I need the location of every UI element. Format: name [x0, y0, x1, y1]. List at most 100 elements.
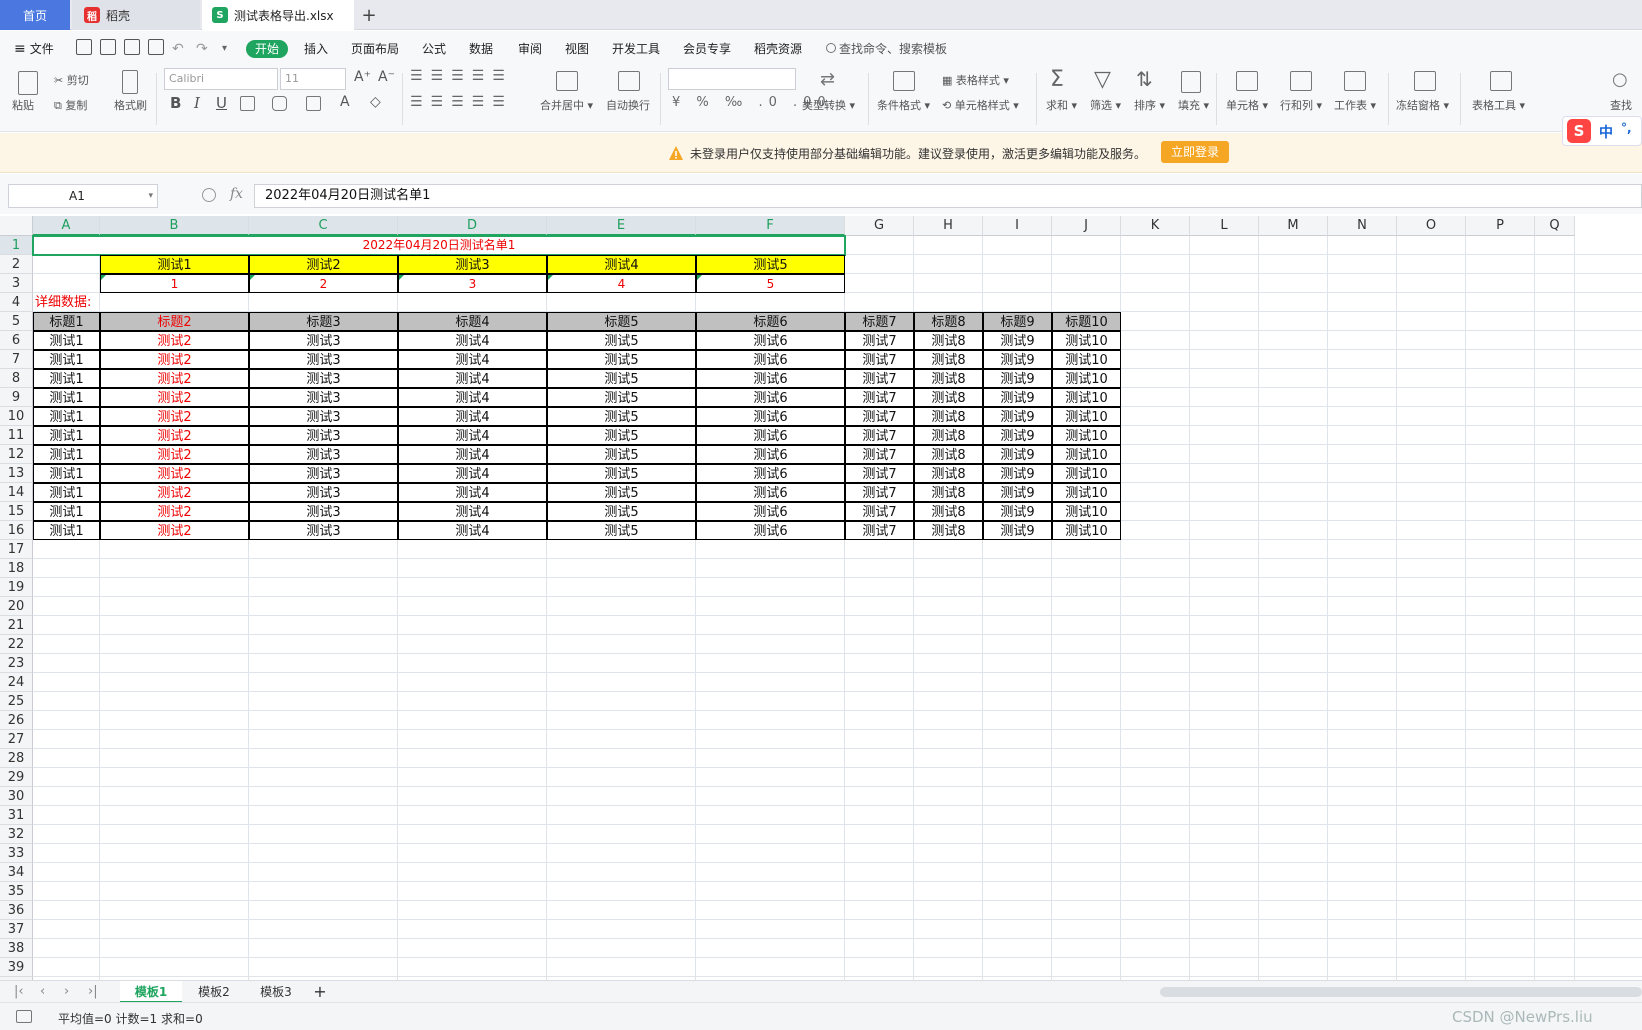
summary-header-cell[interactable]: 测试3 — [398, 255, 547, 274]
clear-format-icon[interactable]: ◇ — [370, 94, 381, 110]
column-header-n[interactable]: N — [1328, 216, 1397, 236]
filter-button[interactable]: 筛选 ▾ — [1090, 97, 1121, 113]
table-cell[interactable]: 测试8 — [914, 388, 983, 407]
sheet-tab-template1[interactable]: 模板1 — [120, 981, 182, 1003]
table-cell[interactable]: 测试9 — [983, 521, 1052, 540]
bucket-icon[interactable] — [306, 96, 321, 111]
table-header-cell[interactable]: 标题1 — [33, 312, 100, 331]
menu-tab-data[interactable]: 数据 — [469, 40, 493, 58]
copy-button[interactable]: ⧉ 复制 — [54, 97, 87, 113]
tab-file[interactable]: S 测试表格导出.xlsx — [202, 0, 354, 30]
row-header-35[interactable]: 35 — [0, 882, 33, 901]
table-cell[interactable]: 测试6 — [696, 521, 845, 540]
worksheet-button[interactable]: 工作表 ▾ — [1334, 97, 1376, 113]
cell-icon[interactable] — [1236, 71, 1258, 91]
row-header-1[interactable]: 1 — [0, 236, 33, 255]
table-cell[interactable]: 测试5 — [547, 445, 696, 464]
table-cell[interactable]: 测试2 — [100, 483, 249, 502]
table-cell[interactable]: 测试7 — [845, 331, 914, 350]
table-cell[interactable]: 测试4 — [398, 350, 547, 369]
table-cell[interactable]: 测试2 — [100, 407, 249, 426]
table-cell[interactable]: 测试3 — [249, 331, 398, 350]
table-cell[interactable]: 测试7 — [845, 369, 914, 388]
border-icon[interactable] — [240, 96, 255, 111]
summary-value-cell[interactable]: 4 — [547, 274, 696, 293]
cell-style-button[interactable]: ⟲ 单元格样式 ▾ — [942, 97, 1019, 113]
table-cell[interactable]: 测试1 — [33, 445, 100, 464]
table-cell[interactable]: 测试5 — [547, 502, 696, 521]
table-cell[interactable]: 测试2 — [100, 445, 249, 464]
redo-icon[interactable]: ↷ — [196, 40, 208, 58]
row-header-38[interactable]: 38 — [0, 939, 33, 958]
command-search[interactable]: 查找命令、搜索模板 — [826, 40, 947, 58]
table-cell[interactable]: 测试3 — [249, 464, 398, 483]
column-header-q[interactable]: Q — [1535, 216, 1575, 236]
table-cell[interactable]: 测试10 — [1052, 350, 1121, 369]
menu-tab-insert[interactable]: 插入 — [304, 40, 328, 58]
find-button[interactable]: 查找 — [1610, 97, 1632, 113]
sum-button[interactable]: 求和 ▾ — [1046, 97, 1077, 113]
column-header-l[interactable]: L — [1190, 216, 1259, 236]
table-cell[interactable]: 测试7 — [845, 464, 914, 483]
table-cell[interactable]: 测试2 — [100, 521, 249, 540]
table-tools-icon[interactable] — [1490, 71, 1512, 91]
row-header-33[interactable]: 33 — [0, 844, 33, 863]
table-cell[interactable]: 测试7 — [845, 350, 914, 369]
table-cell[interactable]: 测试10 — [1052, 369, 1121, 388]
paste-icon[interactable] — [18, 71, 38, 95]
table-cell[interactable]: 测试2 — [100, 331, 249, 350]
table-cell[interactable]: 测试2 — [100, 426, 249, 445]
table-cell[interactable]: 测试8 — [914, 407, 983, 426]
table-header-cell[interactable]: 标题3 — [249, 312, 398, 331]
column-header-k[interactable]: K — [1121, 216, 1190, 236]
row-header-37[interactable]: 37 — [0, 920, 33, 939]
table-cell[interactable]: 测试1 — [33, 426, 100, 445]
table-cell[interactable]: 测试6 — [696, 331, 845, 350]
row-header-16[interactable]: 16 — [0, 521, 33, 540]
row-header-8[interactable]: 8 — [0, 369, 33, 388]
table-cell[interactable]: 测试9 — [983, 426, 1052, 445]
row-header-28[interactable]: 28 — [0, 749, 33, 768]
table-cell[interactable]: 测试6 — [696, 350, 845, 369]
table-cell[interactable]: 测试8 — [914, 426, 983, 445]
table-cell[interactable]: 测试9 — [983, 331, 1052, 350]
row-header-21[interactable]: 21 — [0, 616, 33, 635]
sheet-tab-template2[interactable]: 模板2 — [186, 981, 242, 1003]
select-all-corner[interactable] — [0, 216, 33, 236]
table-cell[interactable]: 测试10 — [1052, 521, 1121, 540]
table-cell[interactable]: 测试6 — [696, 464, 845, 483]
table-cell[interactable]: 测试5 — [547, 521, 696, 540]
table-cell[interactable]: 测试10 — [1052, 388, 1121, 407]
column-header-m[interactable]: M — [1259, 216, 1328, 236]
table-cell[interactable]: 测试6 — [696, 388, 845, 407]
row-header-11[interactable]: 11 — [0, 426, 33, 445]
freeze-button[interactable]: 冻结窗格 ▾ — [1396, 97, 1449, 113]
table-cell[interactable]: 测试7 — [845, 502, 914, 521]
row-header-23[interactable]: 23 — [0, 654, 33, 673]
summary-header-cell[interactable]: 测试4 — [547, 255, 696, 274]
table-header-cell[interactable]: 标题4 — [398, 312, 547, 331]
row-header-27[interactable]: 27 — [0, 730, 33, 749]
name-box[interactable]: A1 ▾ — [8, 184, 158, 208]
row-header-17[interactable]: 17 — [0, 540, 33, 559]
paste-button[interactable]: 粘贴 — [12, 97, 34, 113]
row-header-10[interactable]: 10 — [0, 407, 33, 426]
row-header-30[interactable]: 30 — [0, 787, 33, 806]
row-header-7[interactable]: 7 — [0, 350, 33, 369]
table-cell[interactable]: 测试9 — [983, 464, 1052, 483]
increase-font-icon[interactable]: A⁺ — [354, 69, 371, 85]
table-cell[interactable]: 测试4 — [398, 483, 547, 502]
table-cell[interactable]: 测试10 — [1052, 426, 1121, 445]
fill-button[interactable]: 填充 ▾ — [1178, 97, 1209, 113]
bold-icon[interactable]: B — [170, 94, 181, 112]
table-cell[interactable]: 测试9 — [983, 445, 1052, 464]
table-cell[interactable]: 测试3 — [249, 445, 398, 464]
table-header-cell[interactable]: 标题6 — [696, 312, 845, 331]
cut-button[interactable]: ✂ 剪切 — [54, 72, 89, 88]
print-icon[interactable] — [124, 39, 140, 55]
summary-header-cell[interactable]: 测试2 — [249, 255, 398, 274]
table-header-cell[interactable]: 标题9 — [983, 312, 1052, 331]
table-cell[interactable]: 测试3 — [249, 388, 398, 407]
summary-value-cell[interactable]: 2 — [249, 274, 398, 293]
table-cell[interactable]: 测试6 — [696, 483, 845, 502]
